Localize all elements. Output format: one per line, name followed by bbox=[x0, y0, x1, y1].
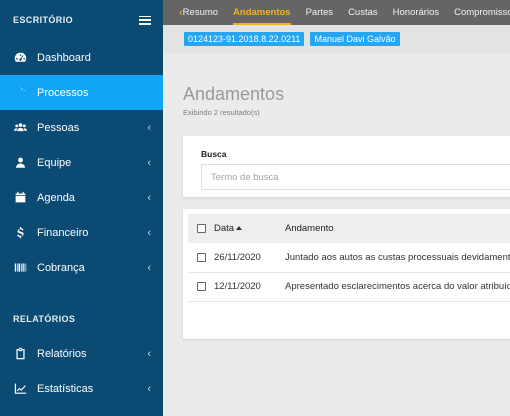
sidebar-item-label: Equipe bbox=[37, 156, 72, 169]
sidebar-item-label: Cobrança bbox=[37, 261, 85, 274]
sidebar-section-escritorio: ESCRITÓRIO bbox=[0, 0, 163, 40]
sidebar-section-relatorios: RELATÓRIOS bbox=[0, 302, 163, 336]
table-header-row: Data Andamento bbox=[188, 214, 510, 243]
sort-ascending-icon bbox=[236, 226, 243, 231]
sidebar-item-financeiro[interactable]: Financeiro ‹ bbox=[0, 215, 163, 250]
tab-compromissos[interactable]: Compromissos bbox=[454, 0, 510, 25]
clipboard-icon bbox=[12, 347, 29, 360]
process-badges: 0124123-91.2018.8.22.0211 Manuel Davi Ga… bbox=[163, 25, 510, 53]
chevron-left-icon: ‹ bbox=[147, 156, 151, 169]
process-number-badge: 0124123-91.2018.8.22.0211 bbox=[184, 32, 305, 46]
search-input[interactable] bbox=[201, 164, 510, 190]
line-chart-icon bbox=[12, 382, 29, 395]
sidebar-item-label: Relatórios bbox=[37, 347, 87, 360]
row-event: Juntado aos autos as custas processuais … bbox=[285, 251, 510, 263]
tab-partes[interactable]: Partes bbox=[306, 0, 333, 25]
row-checkbox[interactable] bbox=[196, 252, 206, 262]
chevron-left-icon: ‹ bbox=[147, 226, 151, 239]
row-date: 12/11/2020 bbox=[214, 281, 261, 292]
sidebar: ESCRITÓRIO Dashboard Processos Pessoas ‹… bbox=[0, 0, 163, 416]
sidebar-item-equipe[interactable]: Equipe ‹ bbox=[0, 145, 163, 180]
select-all-cell bbox=[188, 214, 214, 243]
row-date: 26/11/2020 bbox=[214, 251, 261, 263]
menu-toggle-icon[interactable] bbox=[139, 15, 151, 25]
barcode-icon bbox=[12, 261, 29, 274]
date-column-header[interactable]: Data bbox=[214, 214, 285, 243]
sidebar-item-agenda[interactable]: Agenda ‹ bbox=[0, 180, 163, 215]
tab-andamentos[interactable]: Andamentos bbox=[233, 0, 291, 25]
chevron-left-icon: ‹ bbox=[147, 261, 151, 274]
sidebar-item-label: Estatísticas bbox=[37, 382, 94, 395]
main-content: Andamentos Exibindo 2 resultado(s) Busca… bbox=[163, 53, 510, 416]
dollar-icon bbox=[12, 226, 29, 239]
tab-honorarios[interactable]: Honorários bbox=[393, 0, 439, 25]
sidebar-item-label: Pessoas bbox=[37, 121, 80, 134]
results-count: Exibindo 2 resultado(s) bbox=[183, 108, 260, 117]
chevron-left-icon: ‹ bbox=[147, 191, 151, 204]
row-checkbox[interactable] bbox=[196, 281, 206, 291]
row-select-cell bbox=[188, 272, 214, 301]
scale-icon bbox=[12, 86, 29, 99]
andamentos-table: Data Andamento 26/11/2020 Juntado aos au… bbox=[188, 214, 510, 302]
event-column-header[interactable]: Andamento bbox=[285, 214, 510, 243]
sidebar-item-cobranca[interactable]: Cobrança ‹ bbox=[0, 250, 163, 285]
calendar-icon bbox=[12, 191, 29, 204]
table-row[interactable]: 12/11/2020 Apresentado esclarecimentos a… bbox=[188, 272, 510, 301]
sidebar-item-dashboard[interactable]: Dashboard bbox=[0, 40, 163, 75]
sidebar-section-label: ESCRITÓRIO bbox=[13, 15, 74, 25]
row-event: Apresentado esclarecimentos acerca do va… bbox=[285, 281, 510, 292]
tab-custas[interactable]: Custas bbox=[348, 0, 378, 25]
sidebar-item-processos[interactable]: Processos bbox=[0, 75, 163, 110]
users-icon bbox=[12, 121, 29, 134]
sidebar-item-relatorios[interactable]: Relatórios ‹ bbox=[0, 336, 163, 371]
sidebar-item-estatisticas[interactable]: Estatísticas ‹ bbox=[0, 371, 163, 406]
process-tab-bar: ‹ Resumo Andamentos Partes Custas Honorá… bbox=[163, 0, 510, 25]
chevron-left-icon: ‹ bbox=[147, 382, 151, 395]
sidebar-section-label: RELATÓRIOS bbox=[13, 314, 76, 324]
select-all-checkbox[interactable] bbox=[196, 223, 206, 233]
sidebar-item-label: Processos bbox=[37, 86, 89, 99]
sidebar-item-label: Financeiro bbox=[37, 226, 89, 239]
table-row[interactable]: 26/11/2020 Juntado aos autos as custas p… bbox=[188, 243, 510, 272]
sidebar-item-label: Dashboard bbox=[37, 51, 91, 64]
date-header-label: Data bbox=[214, 223, 235, 234]
chevron-left-icon: ‹ bbox=[147, 121, 151, 134]
back-chevron-icon[interactable]: ‹ bbox=[163, 7, 183, 19]
dashboard-icon bbox=[12, 51, 29, 64]
andamentos-table-card: Data Andamento 26/11/2020 Juntado aos au… bbox=[183, 209, 510, 339]
sidebar-item-pessoas[interactable]: Pessoas ‹ bbox=[0, 110, 163, 145]
user-icon bbox=[12, 156, 29, 169]
page-title: Andamentos bbox=[183, 84, 285, 104]
tab-resumo[interactable]: Resumo bbox=[183, 0, 218, 25]
search-card: Busca bbox=[183, 136, 510, 197]
chevron-left-icon: ‹ bbox=[147, 347, 151, 360]
client-name-badge: Manuel Davi Galvão bbox=[310, 32, 400, 46]
row-select-cell bbox=[188, 243, 214, 272]
search-label: Busca bbox=[201, 149, 227, 159]
sidebar-item-label: Agenda bbox=[37, 191, 75, 204]
